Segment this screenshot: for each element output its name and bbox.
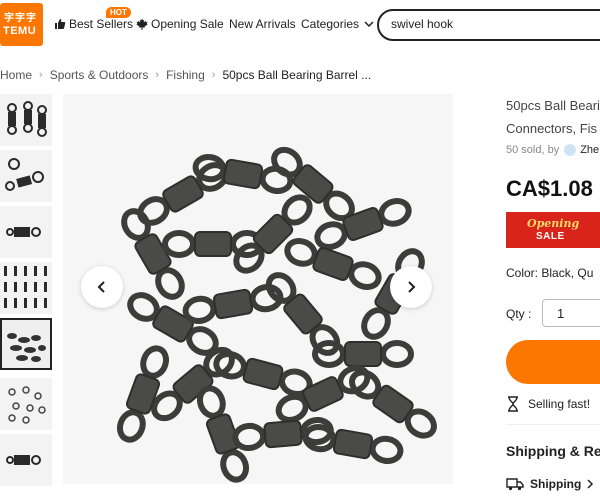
color-label: Color:	[506, 266, 539, 280]
selling-fast-notice: Selling fast!	[506, 396, 590, 412]
breadcrumb-separator: ›	[155, 69, 160, 81]
divider	[506, 424, 600, 425]
sold-count: 50 sold, by	[506, 144, 560, 156]
price: CA$1.08	[506, 176, 593, 202]
thumbnail-6[interactable]	[0, 378, 52, 430]
shipping-returns-heading: Shipping & Re	[506, 443, 600, 459]
swivel-thumb-image	[6, 227, 41, 237]
product-title: 50pcs Ball Beari Connectors, Fis	[506, 94, 600, 140]
price-currency: CA$	[506, 176, 551, 201]
search-input[interactable]	[391, 17, 591, 31]
breadcrumb-sports[interactable]: Sports & Outdoors	[50, 68, 149, 82]
color-selector[interactable]: Color: Black, Qu	[506, 266, 593, 280]
sale-banner-subtitle: SALE	[536, 231, 565, 242]
qty-select[interactable]: 1	[542, 299, 600, 327]
nav-best-sellers-label: Best Sellers	[69, 17, 134, 31]
seller-name[interactable]: Zhe	[580, 144, 599, 156]
temu-logo[interactable]: 字字字 TEMU	[0, 3, 43, 46]
next-image-button[interactable]	[390, 266, 432, 308]
thumbnail-2[interactable]	[0, 150, 52, 202]
hot-badge: HOT	[106, 7, 131, 18]
logo-mark: 字字字	[4, 13, 37, 24]
breadcrumb-home[interactable]: Home	[0, 68, 32, 82]
search-bar[interactable]	[377, 9, 600, 41]
add-to-cart-button[interactable]	[506, 340, 600, 384]
sold-info: 50 sold, by Zhe	[506, 144, 599, 156]
swivel-thumb-image	[6, 455, 41, 465]
color-value: Black, Qu	[541, 266, 594, 280]
prev-image-button[interactable]	[81, 266, 123, 308]
price-value: 1.08	[550, 176, 593, 201]
thumbnail-3[interactable]	[0, 206, 52, 258]
product-title-line-1: 50pcs Ball Beari	[506, 98, 600, 113]
chevron-left-icon	[97, 281, 105, 293]
logo-text: TEMU	[3, 25, 37, 37]
swivel-thumb-image	[5, 158, 44, 191]
swivel-thumb-image	[4, 266, 47, 308]
nav-opening-sale[interactable]: Opening Sale	[136, 17, 224, 31]
opening-sale-banner[interactable]: Opening SALE	[506, 212, 600, 248]
thumbnail-7[interactable]	[0, 434, 52, 486]
seller-icon	[564, 144, 577, 156]
swivel-thumb-image	[7, 333, 46, 362]
top-header: 字字字 TEMU Best Sellers HOT Opening Sale N…	[0, 0, 600, 50]
thumbnail-4[interactable]	[0, 262, 52, 314]
chevron-down-icon	[364, 21, 374, 28]
breadcrumb-current: 50pcs Ball Bearing Barrel ...	[222, 68, 372, 82]
chevron-right-icon	[408, 281, 416, 293]
breadcrumb-separator: ›	[211, 69, 216, 81]
qty-label: Qty :	[506, 307, 532, 321]
shipping-row[interactable]: Shipping	[506, 477, 600, 491]
product-title-line-2: Connectors, Fis	[506, 121, 598, 136]
nav-categories[interactable]: Categories	[301, 17, 378, 31]
nav-new-arrivals[interactable]: New Arrivals	[229, 17, 296, 31]
thumbs-up-icon	[55, 19, 66, 29]
truck-icon	[506, 478, 524, 491]
swivel-thumb-image	[7, 101, 47, 137]
breadcrumb-separator: ›	[39, 69, 43, 81]
selling-fast-text: Selling fast!	[528, 397, 591, 411]
breadcrumb: Home › Sports & Outdoors › Fishing › 50p…	[0, 68, 371, 82]
maple-leaf-icon	[136, 18, 148, 30]
main-product-image[interactable]	[63, 94, 453, 484]
hourglass-icon	[508, 396, 518, 412]
nav-categories-label: Categories	[301, 17, 360, 31]
sale-banner-title: Opening	[527, 217, 580, 230]
nav-opening-sale-label: Opening Sale	[151, 17, 224, 31]
nav-best-sellers[interactable]: Best Sellers	[54, 17, 133, 31]
breadcrumb-fishing[interactable]: Fishing	[166, 68, 205, 82]
swivel-thumb-image	[8, 386, 46, 424]
shipping-label: Shipping	[530, 477, 582, 491]
chevron-right-icon	[587, 479, 594, 489]
nav-new-arrivals-label: New Arrivals	[229, 17, 296, 31]
thumbnail-1[interactable]	[0, 94, 52, 146]
thumbnail-5-selected[interactable]	[0, 318, 52, 370]
